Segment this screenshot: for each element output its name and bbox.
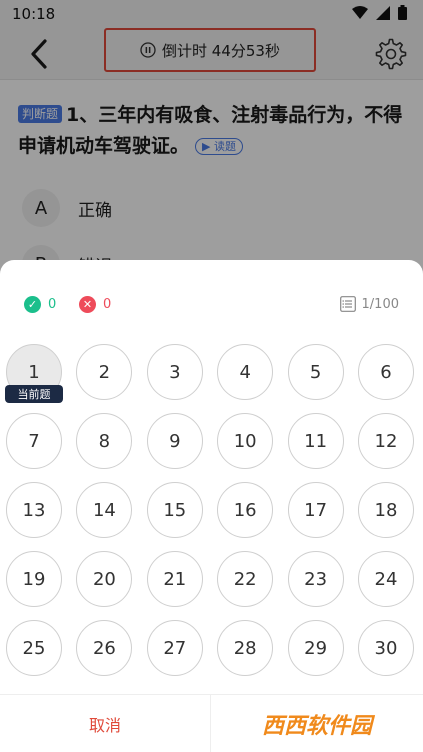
question-number-cell[interactable]: 20 [76,551,133,607]
question-number-cell[interactable]: 12 [358,413,414,469]
question-number-cell[interactable]: 6 [358,344,414,400]
question-number-cell[interactable]: 27 [146,620,203,676]
question-number-cell[interactable]: 22 [217,551,274,607]
question-number-cell[interactable]: 7 [6,413,62,469]
question-progress: 1/100 [339,296,399,312]
answer-card-sheet: ✓ 0 ✕ 0 1/100 1 2 3 4 5 6 7 8 9 10 11 12 13 14 15 16 17 1… [0,260,423,752]
question-number-cell[interactable]: 19 [6,551,62,607]
watermark-logo: 西西软件园 [261,714,372,739]
question-number-cell[interactable]: 16 [217,482,274,538]
wrong-count: 0 [103,297,112,312]
cross-icon: ✕ [79,296,96,313]
question-number-cell[interactable]: 11 [287,413,344,469]
question-number-cell[interactable]: 21 [146,551,203,607]
question-number-cell[interactable]: 2 [76,344,133,400]
question-number-cell[interactable]: 5 [287,344,344,400]
question-number-cell[interactable]: 28 [217,620,274,676]
question-number-cell[interactable]: 3 [146,344,203,400]
correct-stat: ✓ 0 [24,296,56,313]
question-number-cell[interactable]: 15 [146,482,203,538]
question-number-cell[interactable]: 14 [76,482,133,538]
cancel-button[interactable]: 取消 [0,695,211,752]
question-number-cell[interactable]: 10 [217,413,274,469]
question-number-cell[interactable]: 13 [6,482,62,538]
current-question-badge: 当前题 [5,385,63,403]
question-number-cell[interactable]: 30 [358,620,414,676]
question-number-cell[interactable]: 29 [287,620,344,676]
list-icon [339,296,356,312]
question-number-cell[interactable]: 24 [358,551,414,607]
question-number-cell[interactable]: 4 [217,344,274,400]
progress-text: 1/100 [361,296,399,312]
question-number-cell[interactable]: 9 [146,413,203,469]
correct-count: 0 [48,297,57,312]
question-number-cell[interactable]: 26 [76,620,133,676]
wrong-stat: ✕ 0 [79,296,111,313]
question-number-cell[interactable]: 25 [6,620,62,676]
question-number-cell[interactable]: 23 [287,551,344,607]
question-number-cell[interactable]: 8 [76,413,133,469]
sheet-footer: 取消 西西软件园 [0,694,423,752]
question-number-cell[interactable]: 17 [287,482,344,538]
check-icon: ✓ [24,296,41,313]
question-number-cell[interactable]: 18 [358,482,414,538]
